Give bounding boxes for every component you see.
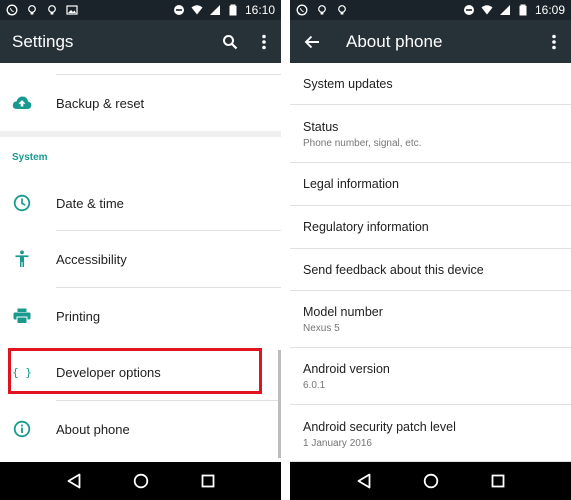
app-bar: About phone [290,20,571,63]
about-list-container: System updates Status Phone number, sign… [290,63,571,462]
settings-item-backup-reset[interactable]: Backup & reset [0,75,281,131]
list-item-title: Model number [303,305,383,319]
home-circle-icon [133,473,148,489]
settings-item-label: Backup & reset [56,95,145,111]
app-bar: Settings [0,20,281,63]
wifi-icon [191,5,203,15]
clock-icon [12,193,32,213]
settings-card-personal: Backup & reset [0,63,281,131]
settings-screen: 16:10 Settings Backup & reset System Dat… [0,0,281,500]
settings-item-accessibility[interactable]: Accessibility [0,231,281,287]
overflow-menu-button[interactable] [247,25,281,59]
search-icon [223,34,238,49]
lightbulb-icon [338,5,346,15]
list-item-send-feedback[interactable]: Send feedback about this device [290,249,571,291]
list-item-legal-information[interactable]: Legal information [290,163,571,206]
more-vertical-icon [262,34,266,49]
list-item-title: Send feedback about this device [303,263,484,277]
lightbulb-icon [48,5,56,15]
nav-home-button[interactable] [129,469,153,493]
lightbulb-icon [318,5,326,15]
status-bar: 16:10 [0,0,281,20]
status-bar: 16:09 [290,0,571,20]
section-header-system: System [12,152,48,163]
screenshot-gap [281,0,290,500]
list-item-subtitle: 1 January 2016 [303,438,372,449]
status-time: 16:10 [244,3,275,17]
list-item-title: Status [303,120,339,134]
nav-recents-button[interactable] [196,469,220,493]
more-vertical-icon [552,34,556,49]
lightbulb-icon [28,5,36,15]
signal-icon [499,5,510,15]
battery-icon [229,4,237,16]
info-icon [12,419,32,439]
list-item-regulatory-information[interactable]: Regulatory information [290,206,571,249]
list-item-title: Legal information [303,177,399,191]
settings-item-label: About phone [56,421,130,437]
about-phone-screen: 16:09 About phone System updates Status … [290,0,571,500]
signal-icon [209,5,220,15]
page-title: About phone [346,31,443,51]
highlight-box [8,348,262,394]
recents-square-icon [491,474,504,488]
settings-card-system: System Date & time Accessibility Printin… [0,137,281,462]
list-item-title: Android version [303,362,390,376]
battery-icon [519,4,527,16]
home-circle-icon [423,473,438,489]
list-item-model-number[interactable]: Model number Nexus 5 [290,291,571,348]
accessibility-icon [12,249,32,269]
settings-item-about-phone[interactable]: About phone [0,401,281,457]
do-not-disturb-icon [173,5,184,15]
list-item-status[interactable]: Status Phone number, signal, etc. [290,105,571,163]
list-item-title: Android security patch level [303,420,456,434]
list-item-subtitle: Nexus 5 [303,323,340,334]
list-item-security-patch-level[interactable]: Android security patch level 1 January 2… [290,405,571,462]
back-triangle-icon [357,473,370,489]
image-icon [66,5,78,15]
about-phone-list: System updates Status Phone number, sign… [290,63,571,462]
status-time: 16:09 [534,3,565,17]
overflow-menu-button[interactable] [537,25,571,59]
do-not-disturb-icon [463,5,474,15]
settings-item-label: Printing [56,308,101,324]
search-button[interactable] [213,25,247,59]
settings-item-label: Accessibility [56,251,127,267]
nav-back-button[interactable] [352,469,376,493]
list-item-title: Regulatory information [303,220,429,234]
list-item-title: System updates [303,77,393,91]
wifi-icon [481,5,493,15]
list-item-subtitle: Phone number, signal, etc. [303,138,422,149]
settings-item-printing[interactable]: Printing [0,288,281,344]
navigation-bar [290,462,571,500]
whatsapp-icon [296,4,308,16]
recents-square-icon [201,474,214,488]
list-item-android-version[interactable]: Android version 6.0.1 [290,348,571,405]
list-item-subtitle: 6.0.1 [303,380,326,391]
arrow-back-icon [304,35,319,48]
back-triangle-icon [67,473,80,489]
settings-item-label: Date & time [56,195,124,211]
cloud-upload-icon [12,93,32,113]
navigation-bar [0,462,281,500]
nav-home-button[interactable] [419,469,443,493]
page-title: Settings [12,31,74,51]
nav-back-button[interactable] [62,469,86,493]
nav-recents-button[interactable] [486,469,510,493]
back-button[interactable] [290,20,334,63]
whatsapp-icon [6,4,18,16]
settings-list: Backup & reset System Date & time Access… [0,63,281,462]
printer-icon [12,306,32,326]
settings-item-date-time[interactable]: Date & time [0,175,281,231]
list-item-system-updates[interactable]: System updates [290,63,571,105]
